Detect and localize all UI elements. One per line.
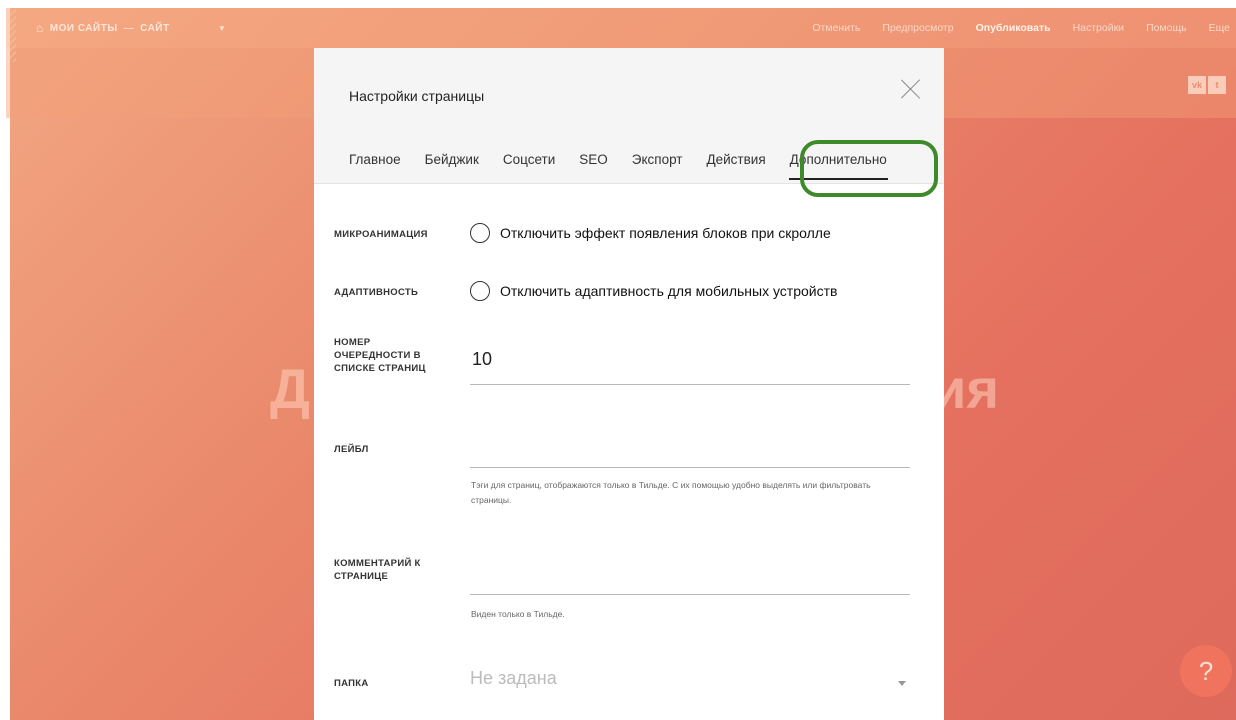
publish-button[interactable]: Опубликовать xyxy=(976,22,1051,34)
help-button[interactable]: ? xyxy=(1180,645,1232,697)
breadcrumb-my-sites[interactable]: МОИ САЙТЫ xyxy=(50,23,118,34)
comment-hint: Виден только в Тильде. xyxy=(471,609,565,619)
adaptivity-option[interactable]: Отключить адаптивность для мобильных уст… xyxy=(500,283,837,299)
top-edge xyxy=(0,0,1236,8)
breadcrumb: ⌂ МОИ САЙТЫ — САЙТ ▾ xyxy=(36,21,225,35)
twitter-icon[interactable]: t xyxy=(1208,76,1226,94)
folder-label: ПАПКА xyxy=(334,678,369,689)
adaptivity-checkbox[interactable] xyxy=(470,281,490,301)
more-button[interactable]: Еще xyxy=(1209,22,1230,34)
top-menu: Отменить Предпросмотр Опубликовать Настр… xyxy=(790,8,1236,48)
help-link[interactable]: Помощь xyxy=(1146,22,1187,34)
page-settings-modal: Настройки страницы Главное Бейджик Соцсе… xyxy=(314,48,944,720)
adaptivity-label: АДАПТИВНОСТЬ xyxy=(334,287,419,298)
folder-select[interactable]: Не задана xyxy=(470,668,557,689)
microanimation-label: МИКРОАНИМАЦИЯ xyxy=(334,229,428,240)
breadcrumb-site[interactable]: САЙТ xyxy=(140,23,170,34)
label-hint: Тэги для страниц, отображаются только в … xyxy=(471,480,871,505)
label-input-underline xyxy=(470,467,910,468)
order-input[interactable]: 10 xyxy=(472,349,492,370)
vk-icon[interactable]: vk xyxy=(1188,76,1206,94)
preview-button[interactable]: Предпросмотр xyxy=(882,22,953,34)
order-label: НОМЕР ОЧЕРЕДНОСТИ В СПИСКЕ СТРАНИЦ xyxy=(334,337,426,374)
label-field-label: ЛЕЙБЛ xyxy=(334,444,369,455)
settings-button[interactable]: Настройки xyxy=(1073,22,1125,34)
microanimation-checkbox[interactable] xyxy=(470,223,490,243)
hero-title-fragment-left: Д xyxy=(270,357,310,420)
comment-input-underline xyxy=(470,594,910,595)
comment-label: КОММЕНТАРИЙ К СТРАНИЦЕ xyxy=(334,558,421,582)
breadcrumb-separator: — xyxy=(123,22,135,34)
order-input-underline xyxy=(470,384,910,385)
editor-topbar: ⌂ МОИ САЙТЫ — САЙТ ▾ Отменить Предпросмо… xyxy=(6,8,1236,48)
microanimation-option[interactable]: Отключить эффект появления блоков при ск… xyxy=(500,225,831,241)
modal-body: МИКРОАНИМАЦИЯ Отключить эффект появления… xyxy=(314,48,944,720)
chevron-down-icon[interactable]: ▾ xyxy=(220,23,225,34)
cancel-button[interactable]: Отменить xyxy=(812,22,860,34)
chevron-down-icon[interactable] xyxy=(898,681,906,686)
social-links: vk t xyxy=(1188,76,1226,94)
home-icon[interactable]: ⌂ xyxy=(36,21,44,35)
